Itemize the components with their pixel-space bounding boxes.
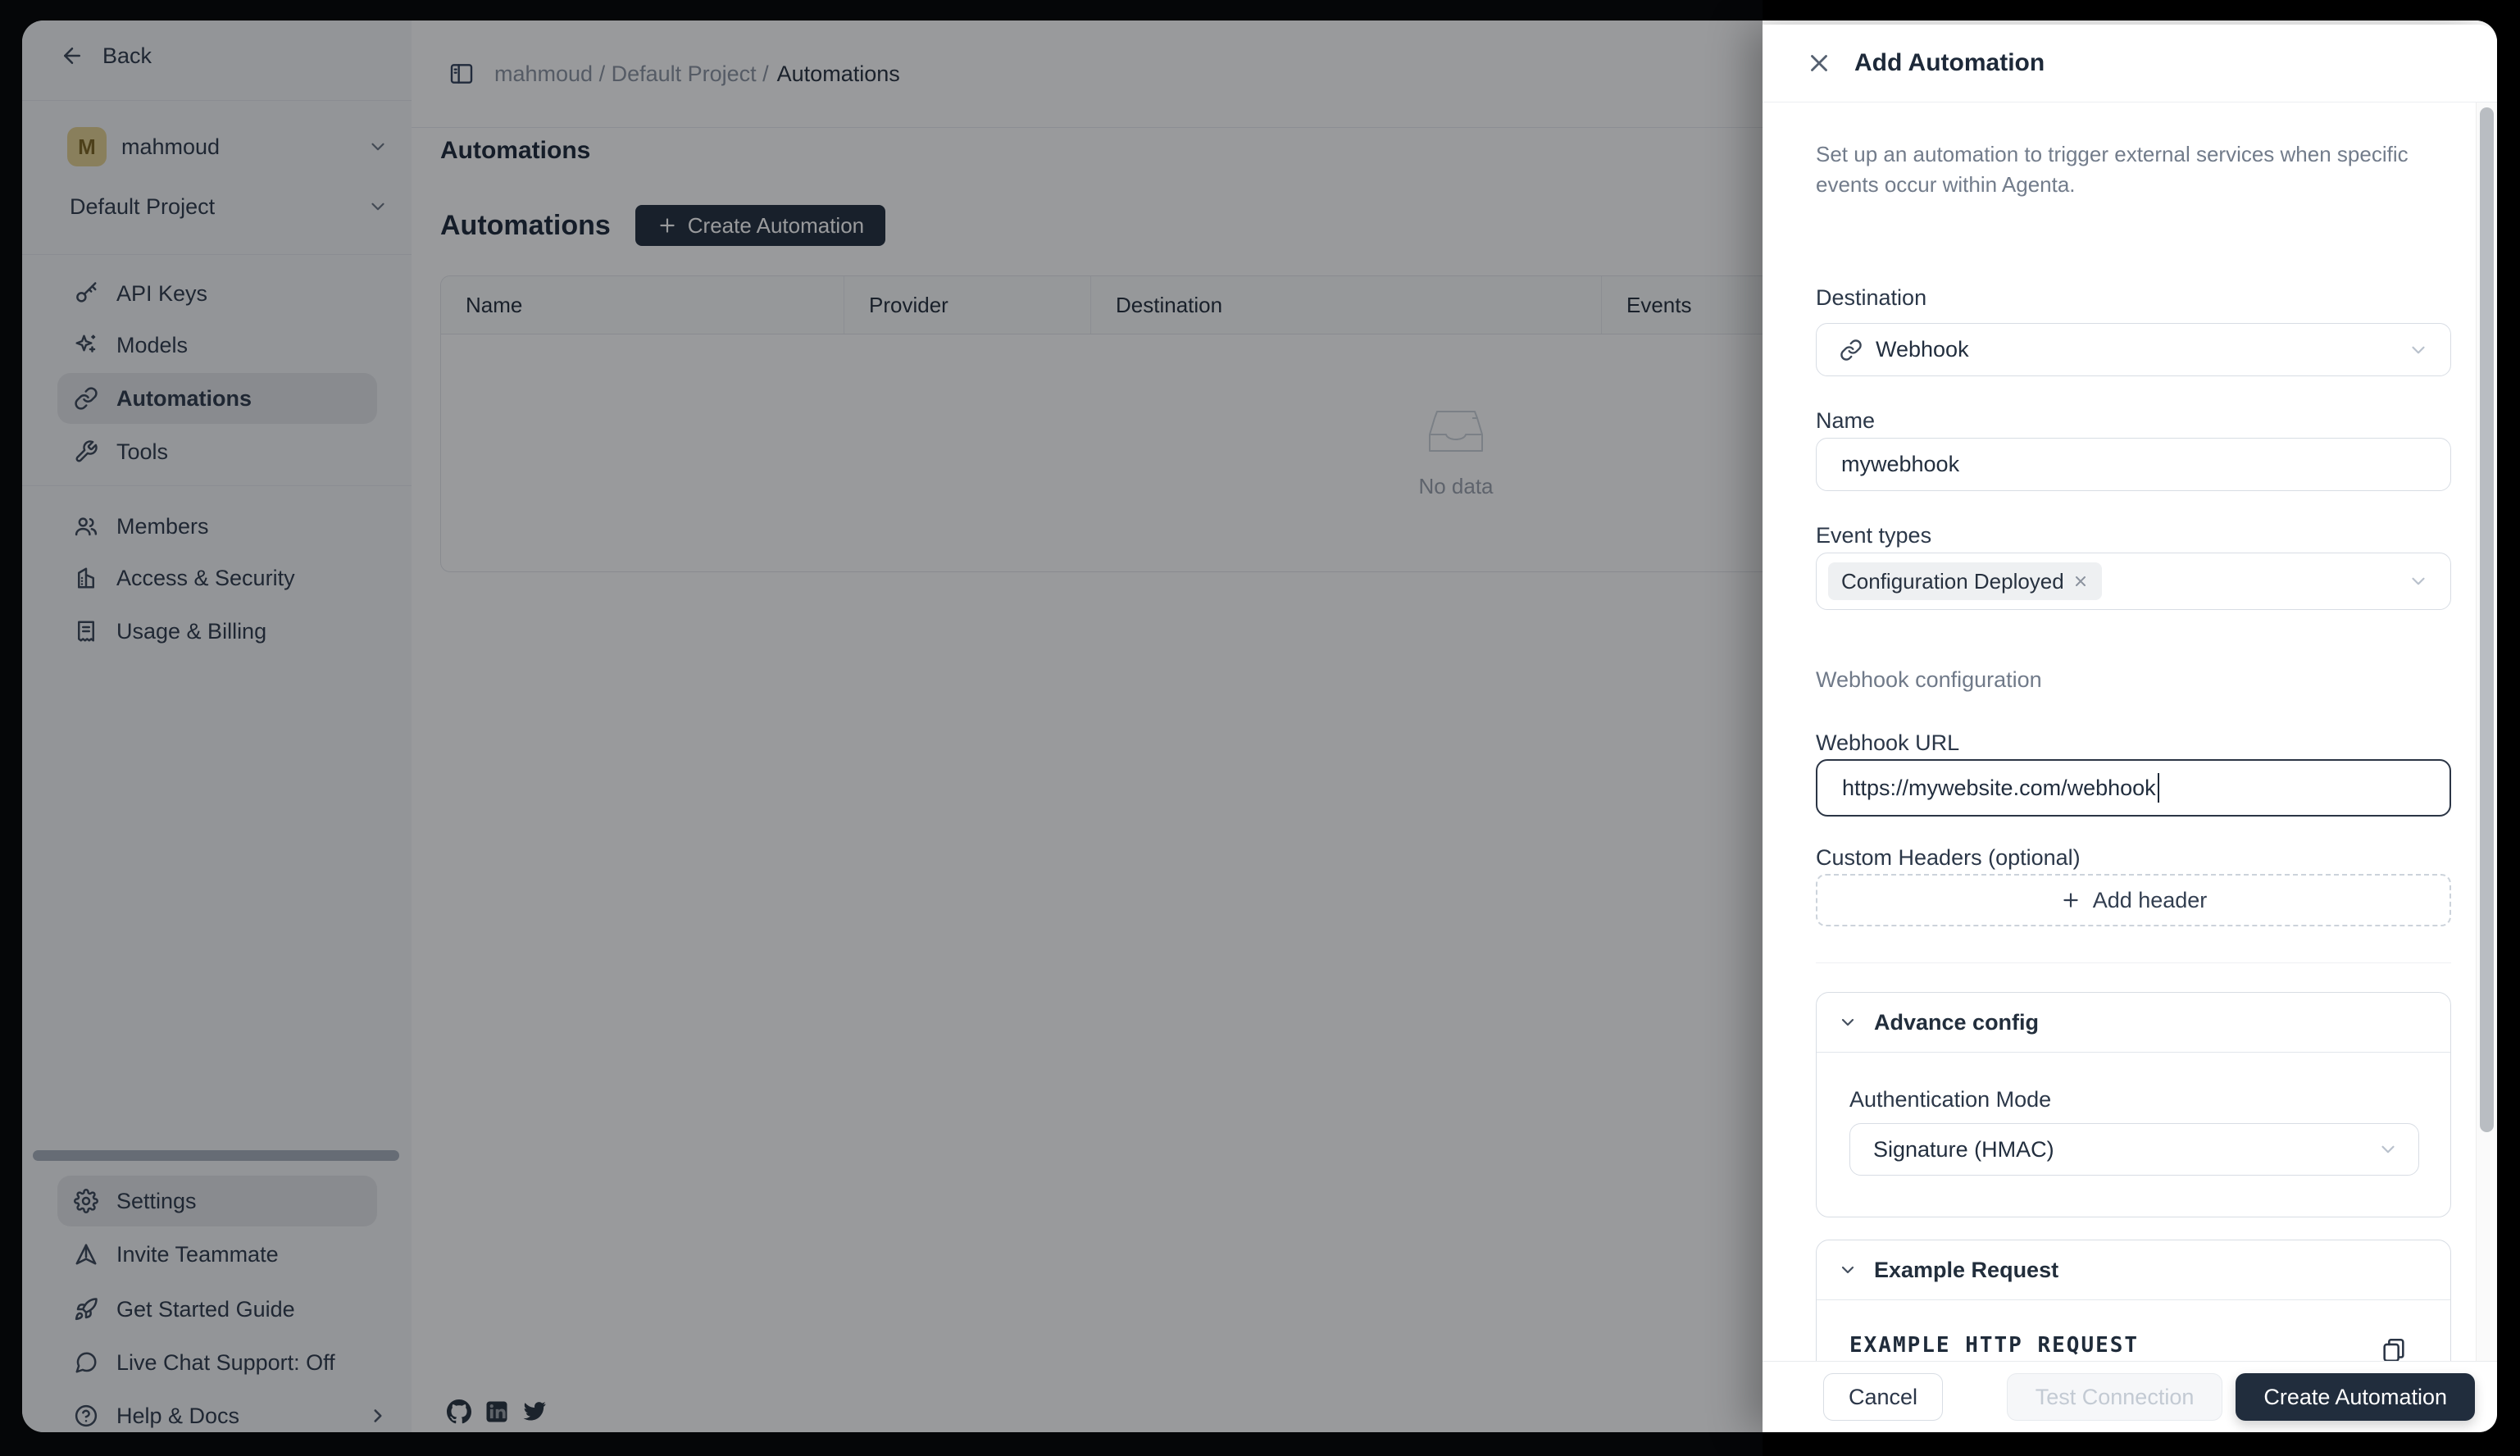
cancel-button[interactable]: Cancel bbox=[1823, 1373, 1943, 1421]
destination-select[interactable]: Webhook bbox=[1816, 323, 2451, 376]
chevron-down-icon bbox=[1838, 1012, 1858, 1032]
event-type-tag: Configuration Deployed bbox=[1828, 562, 2102, 600]
add-automation-drawer: Add Automation Set up an automation to t… bbox=[1763, 25, 2497, 1432]
advance-config-title: Advance config bbox=[1874, 1010, 2039, 1035]
name-value: mywebhook bbox=[1841, 452, 1959, 477]
chevron-down-icon bbox=[2377, 1139, 2399, 1160]
example-request-title: Example Request bbox=[1874, 1258, 2058, 1283]
name-label: Name bbox=[1816, 408, 1875, 434]
example-request-header[interactable]: Example Request bbox=[1817, 1240, 2450, 1300]
auth-mode-value: Signature (HMAC) bbox=[1873, 1137, 2054, 1163]
auth-mode-select[interactable]: Signature (HMAC) bbox=[1849, 1123, 2419, 1176]
webhook-url-value: https://mywebsite.com/webhook bbox=[1842, 776, 2156, 801]
chevron-down-icon bbox=[2408, 339, 2429, 361]
name-input[interactable]: mywebhook bbox=[1816, 438, 2451, 491]
advance-config-body: Authentication Mode Signature (HMAC) bbox=[1817, 1053, 2450, 1217]
drawer-description: Set up an automation to trigger external… bbox=[1816, 139, 2439, 200]
drawer-body: Set up an automation to trigger external… bbox=[1763, 103, 2497, 1361]
tag-close-icon[interactable] bbox=[2072, 573, 2089, 589]
destination-value: Webhook bbox=[1876, 337, 1969, 362]
example-request-panel: Example Request EXAMPLE HTTP REQUEST POS… bbox=[1816, 1240, 2451, 1361]
drawer-title: Add Automation bbox=[1854, 49, 2045, 77]
webhook-url-label: Webhook URL bbox=[1816, 730, 1959, 756]
custom-headers-label: Custom Headers (optional) bbox=[1816, 845, 2081, 871]
create-automation-submit-button[interactable]: Create Automation bbox=[2236, 1373, 2475, 1421]
code-title: EXAMPLE HTTP REQUEST bbox=[1849, 1333, 2139, 1358]
auth-mode-label: Authentication Mode bbox=[1849, 1087, 2051, 1112]
link-icon bbox=[1840, 339, 1863, 362]
destination-label: Destination bbox=[1816, 285, 1926, 311]
webhook-section-title: Webhook configuration bbox=[1816, 667, 2042, 693]
advance-config-panel: Advance config Authentication Mode Signa… bbox=[1816, 992, 2451, 1217]
event-types-label: Event types bbox=[1816, 523, 1931, 548]
divider bbox=[1816, 962, 2451, 963]
text-caret bbox=[2158, 773, 2160, 803]
drawer-scrollbar-track bbox=[2476, 102, 2497, 1361]
event-types-select[interactable]: Configuration Deployed bbox=[1816, 553, 2451, 610]
plus-icon bbox=[2060, 890, 2081, 911]
test-connection-button[interactable]: Test Connection bbox=[2007, 1373, 2223, 1421]
drawer-header: Add Automation bbox=[1763, 25, 2497, 102]
drawer-scrollbar-thumb[interactable] bbox=[2480, 107, 2494, 1132]
chevron-down-icon bbox=[2408, 571, 2429, 592]
drawer-mask[interactable] bbox=[0, 0, 1763, 1456]
add-header-button[interactable]: Add header bbox=[1816, 874, 2451, 926]
close-icon[interactable] bbox=[1805, 49, 1833, 77]
screen: Back M mahmoud Default Project bbox=[0, 0, 2520, 1456]
copy-icon[interactable] bbox=[2380, 1336, 2408, 1361]
example-request-body: EXAMPLE HTTP REQUEST POST https://mywebs… bbox=[1817, 1300, 2450, 1361]
webhook-url-input[interactable]: https://mywebsite.com/webhook bbox=[1816, 759, 2451, 817]
chevron-down-icon bbox=[1838, 1260, 1858, 1280]
add-header-label: Add header bbox=[2093, 888, 2208, 913]
event-type-tag-label: Configuration Deployed bbox=[1841, 569, 2064, 594]
drawer-footer: Cancel Test Connection Create Automation bbox=[1763, 1361, 2497, 1432]
advance-config-header[interactable]: Advance config bbox=[1817, 993, 2450, 1053]
